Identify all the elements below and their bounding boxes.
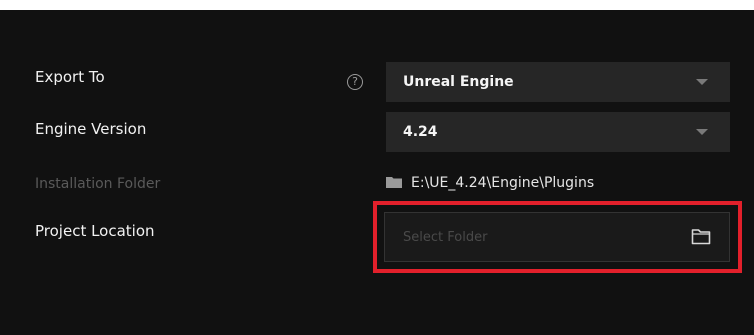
question-circle-icon[interactable]: ? <box>347 74 363 90</box>
engine-version-label: Engine Version <box>35 120 147 138</box>
chevron-down-icon <box>696 79 708 85</box>
export-to-label: Export To <box>35 68 105 86</box>
engine-version-value: 4.24 <box>403 124 438 140</box>
export-settings-panel: Export To ? Unreal Engine Engine Version… <box>0 10 754 335</box>
export-to-value: Unreal Engine <box>403 74 514 90</box>
folder-outline-icon[interactable] <box>691 228 711 245</box>
folder-icon <box>386 177 402 188</box>
chevron-down-icon <box>696 129 708 135</box>
installation-folder-label: Installation Folder <box>35 176 161 192</box>
export-to-dropdown[interactable]: Unreal Engine <box>386 62 730 102</box>
project-location-label: Project Location <box>35 222 155 240</box>
project-location-input[interactable] <box>385 213 675 261</box>
installation-folder-path: E:\UE_4.24\Engine\Plugins <box>411 175 595 191</box>
project-location-field <box>384 212 730 262</box>
engine-version-dropdown[interactable]: 4.24 <box>386 112 730 152</box>
